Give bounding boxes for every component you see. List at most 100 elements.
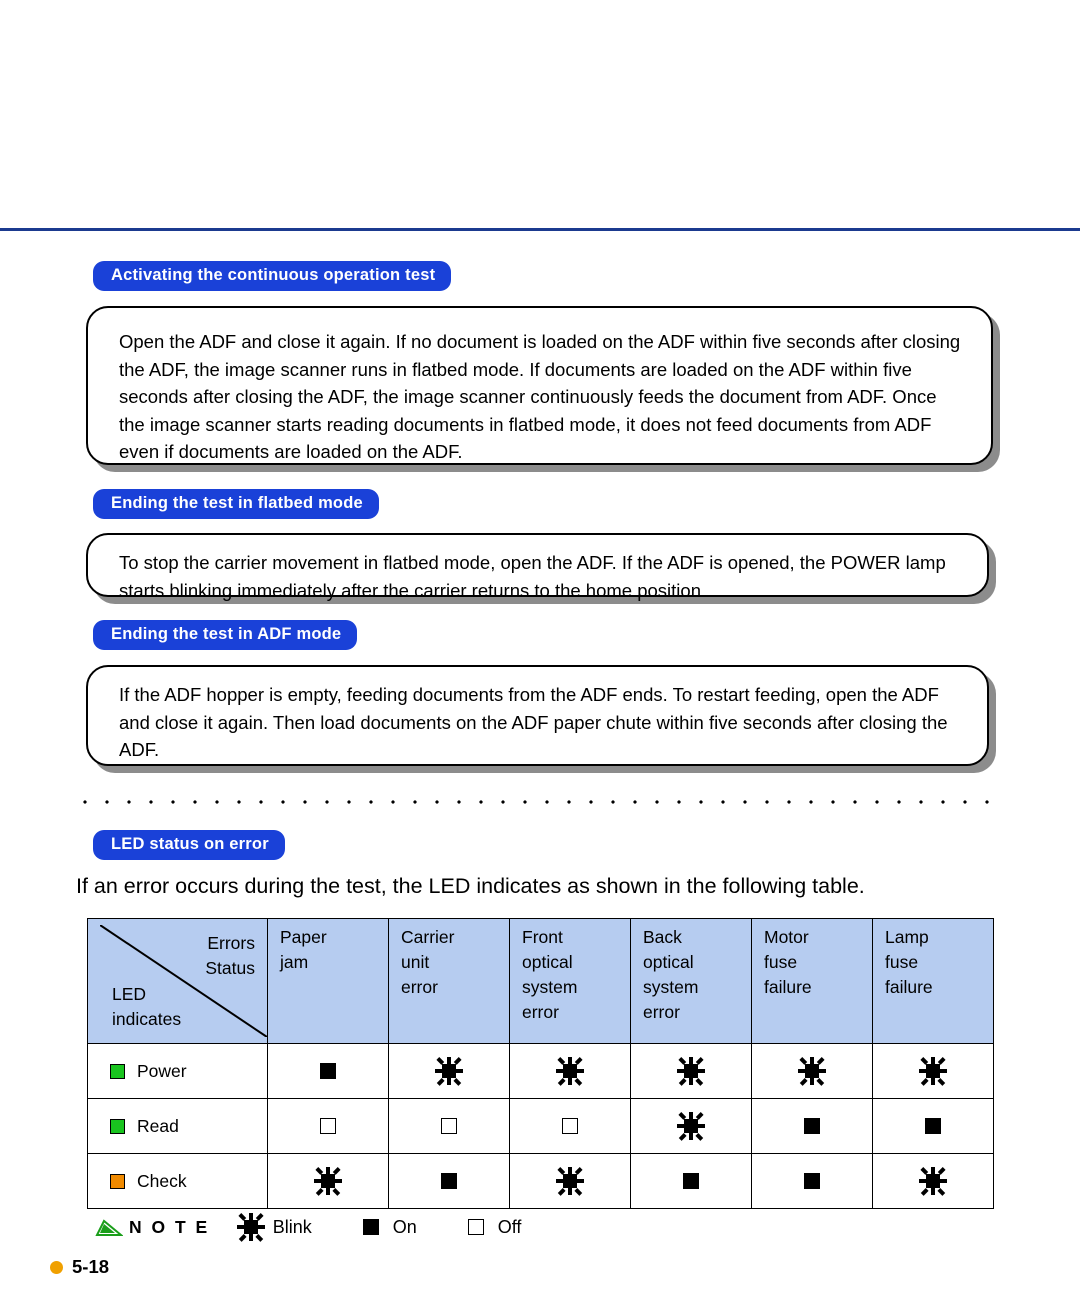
table-col-header-motor-fuse-failure: Motor fuse failure bbox=[751, 918, 873, 1044]
led-blink-icon bbox=[435, 1057, 463, 1085]
col-line: error bbox=[401, 977, 438, 997]
page-number: 5-18 bbox=[72, 1256, 110, 1277]
footer-bullet-icon bbox=[50, 1260, 63, 1274]
cell-read-back-optical-system-error bbox=[630, 1098, 752, 1154]
corner-status-label: Status bbox=[205, 958, 255, 978]
table-col-header-lamp-fuse-failure: Lamp fuse failure bbox=[872, 918, 994, 1044]
table-row: Check bbox=[87, 1153, 994, 1209]
legend-off: Off bbox=[463, 1214, 522, 1240]
led-on-icon bbox=[799, 1168, 825, 1194]
led-off-icon bbox=[557, 1113, 583, 1139]
cell-read-carrier-unit-error bbox=[388, 1098, 510, 1154]
led-off-icon bbox=[463, 1214, 489, 1240]
legend-on: On bbox=[358, 1214, 417, 1240]
col-line: fuse bbox=[764, 952, 798, 972]
check-led-swatch-icon bbox=[110, 1173, 125, 1189]
col-line: optical bbox=[643, 952, 694, 972]
document-page: Activating the continuous operation test… bbox=[0, 0, 1080, 1298]
row-label-text: Power bbox=[137, 1060, 187, 1081]
col-line: Lamp bbox=[885, 927, 929, 947]
led-on-icon bbox=[358, 1214, 384, 1240]
lead-sentence: If an error occurs during the test, the … bbox=[76, 874, 865, 898]
legend-on-label: On bbox=[392, 1216, 417, 1237]
col-line: failure bbox=[764, 977, 812, 997]
cell-read-motor-fuse-failure bbox=[751, 1098, 873, 1154]
led-on-icon bbox=[799, 1113, 825, 1139]
cell-read-front-optical-system-error bbox=[509, 1098, 631, 1154]
col-line: error bbox=[643, 1002, 680, 1022]
cell-power-carrier-unit-error bbox=[388, 1043, 510, 1099]
section-heading-1-label: Activating the continuous operation test bbox=[93, 261, 452, 291]
led-blink-icon bbox=[919, 1057, 947, 1085]
led-off-icon bbox=[315, 1113, 341, 1139]
cell-check-front-optical-system-error bbox=[509, 1153, 631, 1209]
col-line: fuse bbox=[885, 952, 919, 972]
legend-row: N O T E Blink On Off bbox=[95, 1213, 567, 1241]
led-blink-icon bbox=[798, 1057, 826, 1085]
note-flag-icon bbox=[95, 1218, 124, 1236]
header-rule bbox=[0, 228, 1080, 231]
section-heading-3: Ending the test in ADF mode bbox=[93, 620, 358, 650]
legend-blink-label: Blink bbox=[272, 1216, 312, 1237]
section-body-1-text: Open the ADF and close it again. If no d… bbox=[119, 331, 961, 462]
page-footer: 5-18 bbox=[50, 1256, 109, 1278]
corner-errors-label: Errors bbox=[207, 933, 255, 953]
col-line: jam bbox=[280, 952, 309, 972]
col-line: system bbox=[643, 977, 699, 997]
power-led-swatch-icon bbox=[110, 1063, 125, 1079]
col-line: system bbox=[522, 977, 578, 997]
legend-off-label: Off bbox=[497, 1216, 522, 1237]
led-blink-icon bbox=[556, 1167, 584, 1195]
col-line: unit bbox=[401, 952, 430, 972]
col-line: failure bbox=[885, 977, 933, 997]
corner-indicates-label: indicates bbox=[112, 1009, 182, 1029]
col-line: error bbox=[522, 1002, 559, 1022]
col-line: Carrier bbox=[401, 927, 455, 947]
row-header-check: Check bbox=[87, 1153, 268, 1209]
led-status-table: Errors Status LED indicates Paper jam Ca… bbox=[87, 918, 994, 1209]
led-on-icon bbox=[920, 1113, 946, 1139]
led-off-icon bbox=[436, 1113, 462, 1139]
row-header-power: Power bbox=[87, 1043, 268, 1099]
led-on-icon bbox=[315, 1058, 341, 1084]
led-on-icon bbox=[678, 1168, 704, 1194]
note-word: N O T E bbox=[129, 1216, 210, 1237]
led-blink-icon bbox=[314, 1167, 342, 1195]
section-body-box-2: To stop the carrier movement in flatbed … bbox=[86, 533, 989, 601]
cell-power-lamp-fuse-failure bbox=[872, 1043, 994, 1099]
led-on-icon bbox=[436, 1168, 462, 1194]
section-heading-3-label: Ending the test in ADF mode bbox=[93, 620, 358, 650]
cell-check-lamp-fuse-failure bbox=[872, 1153, 994, 1209]
section-body-box-1: Open the ADF and close it again. If no d… bbox=[86, 306, 993, 465]
section-body-box-3: If the ADF hopper is empty, feeding docu… bbox=[86, 665, 989, 766]
row-label-text: Check bbox=[137, 1170, 187, 1191]
dotted-separator bbox=[74, 800, 1004, 804]
table-col-header-back-optical-system-error: Back optical system error bbox=[630, 918, 752, 1044]
table-col-header-carrier-unit-error: Carrier unit error bbox=[388, 918, 510, 1044]
section-body-3-text: If the ADF hopper is empty, feeding docu… bbox=[119, 684, 948, 760]
legend-blink: Blink bbox=[236, 1213, 312, 1241]
table-col-header-paper-jam: Paper jam bbox=[267, 918, 389, 1044]
row-header-read: Read bbox=[87, 1098, 268, 1154]
table-row: Read bbox=[87, 1098, 994, 1154]
led-blink-icon bbox=[677, 1112, 705, 1140]
cell-power-paper-jam bbox=[267, 1043, 389, 1099]
cell-read-paper-jam bbox=[267, 1098, 389, 1154]
cell-check-carrier-unit-error bbox=[388, 1153, 510, 1209]
col-line: optical bbox=[522, 952, 573, 972]
cell-check-back-optical-system-error bbox=[630, 1153, 752, 1209]
table-col-header-front-optical-system-error: Front optical system error bbox=[509, 918, 631, 1044]
led-blink-icon bbox=[677, 1057, 705, 1085]
section-heading-2-label: Ending the test in flatbed mode bbox=[93, 489, 379, 519]
table-header-row: Errors Status LED indicates Paper jam Ca… bbox=[87, 918, 994, 1044]
col-line: Front bbox=[522, 927, 563, 947]
section-heading-1: Activating the continuous operation test bbox=[93, 261, 452, 291]
section-heading-4: LED status on error bbox=[93, 830, 285, 860]
corner-led-label: LED bbox=[112, 984, 147, 1004]
table-row: Power bbox=[87, 1043, 994, 1099]
col-line: Paper bbox=[280, 927, 327, 947]
cell-check-motor-fuse-failure bbox=[751, 1153, 873, 1209]
cell-read-lamp-fuse-failure bbox=[872, 1098, 994, 1154]
col-line: Back bbox=[643, 927, 682, 947]
led-blink-icon bbox=[236, 1213, 265, 1241]
